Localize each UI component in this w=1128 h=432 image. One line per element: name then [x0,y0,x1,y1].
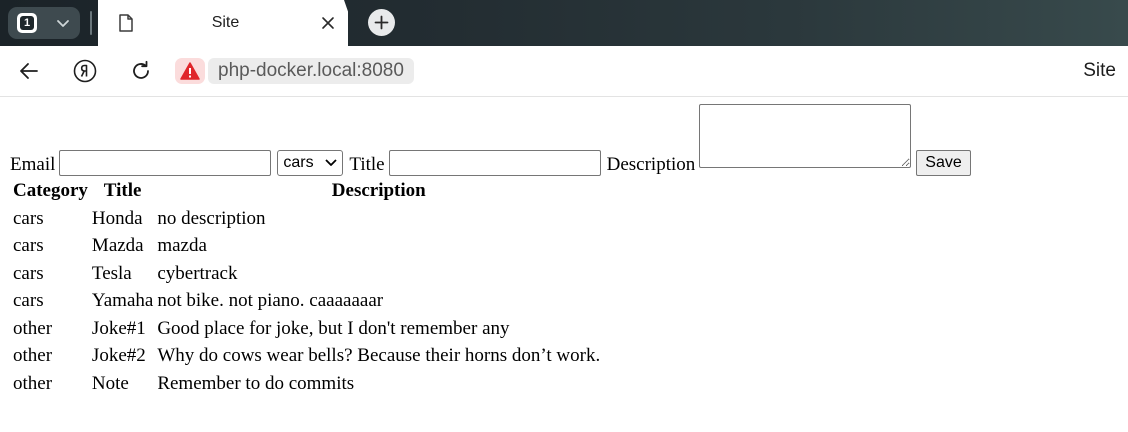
title-label: Title [349,154,385,175]
table-row: other Note Remember to do commits [12,371,601,397]
entry-form: Email cars Title Description Save [10,104,1110,176]
category-select[interactable]: cars [277,150,344,176]
close-icon[interactable] [321,16,335,30]
column-header-title: Title [103,180,142,201]
email-field[interactable] [59,150,272,176]
cell-title: Joke#2 [91,345,146,366]
table-row: other Joke#1 Good place for joke, but I … [12,316,601,342]
save-button[interactable]: Save [916,150,971,176]
table-row: cars Honda no description [12,206,601,232]
table-header-row: Category Title Description [12,178,601,204]
category-selected-value: cars [283,154,314,171]
table-row: other Joke#2 Why do cows wear bells? Bec… [12,343,601,369]
back-button[interactable] [17,59,41,83]
cell-title: Mazda [91,235,144,256]
cell-description: mazda [157,235,207,256]
cell-category: other [13,345,53,366]
description-label: Description [606,154,696,175]
column-header-description: Description [331,180,426,201]
chevron-down-icon [57,20,69,27]
table-row: cars Yamaha not bike. not piano. caaaaaa… [12,288,601,314]
cell-title: Note [91,372,129,394]
tab-divider [90,11,92,35]
form-row: Email cars Title Description Save [10,104,1110,176]
new-tab-button[interactable] [368,9,395,36]
cell-description: Why do cows wear bells? Because their ho… [157,345,601,366]
description-textarea[interactable] [699,104,912,168]
entries-table: Category Title Description cars Honda no… [10,176,603,398]
reload-button[interactable] [129,59,153,83]
cell-description: no description [157,207,266,229]
cell-category: cars [13,235,44,256]
tab-count: 1 [20,16,34,30]
security-warning-button[interactable] [175,58,205,84]
plus-icon [374,15,389,30]
cell-title: Tesla [91,262,132,284]
chevron-down-icon [325,159,338,166]
page-content: Email cars Title Description Save Catego… [10,104,1110,398]
cell-title: Honda [91,207,143,229]
cell-category: cars [13,262,44,284]
warning-triangle-icon [180,62,200,80]
tab-counter-button[interactable]: 1 [8,7,80,39]
address-bar[interactable]: php-docker.local:8080 Site [170,50,1128,91]
cell-category: cars [13,290,44,311]
yandex-button[interactable] [73,59,97,83]
cell-category: cars [13,207,44,229]
cell-title: Joke#1 [91,317,146,339]
page-title-label: Site [1083,60,1116,81]
document-icon [119,14,133,32]
cell-title: Yamaha [91,290,154,311]
browser-tab-strip: 1 Site [0,0,1128,46]
cell-description: cybertrack [157,262,238,284]
yandex-logo-icon [73,59,97,83]
cell-category: other [13,317,53,339]
table-row: cars Tesla cybertrack [12,261,601,287]
reload-icon [133,60,149,79]
tab-count-badge: 1 [17,13,37,33]
back-arrow-icon [20,63,38,79]
browser-toolbar: php-docker.local:8080 Site [0,46,1128,97]
tab-title: Site [211,14,240,31]
table-row: cars Mazda mazda [12,233,601,259]
cell-description: Remember to do commits [157,372,355,394]
cell-description: Good place for joke, but I don't remembe… [157,317,510,339]
active-tab[interactable]: Site [98,0,348,46]
title-field[interactable] [388,150,601,176]
cell-description: not bike. not piano. caaaaaaar [157,290,384,311]
email-label: Email [10,154,56,175]
column-header-category: Category [13,180,88,201]
url-text[interactable]: php-docker.local:8080 [208,58,414,84]
cell-category: other [13,372,53,394]
